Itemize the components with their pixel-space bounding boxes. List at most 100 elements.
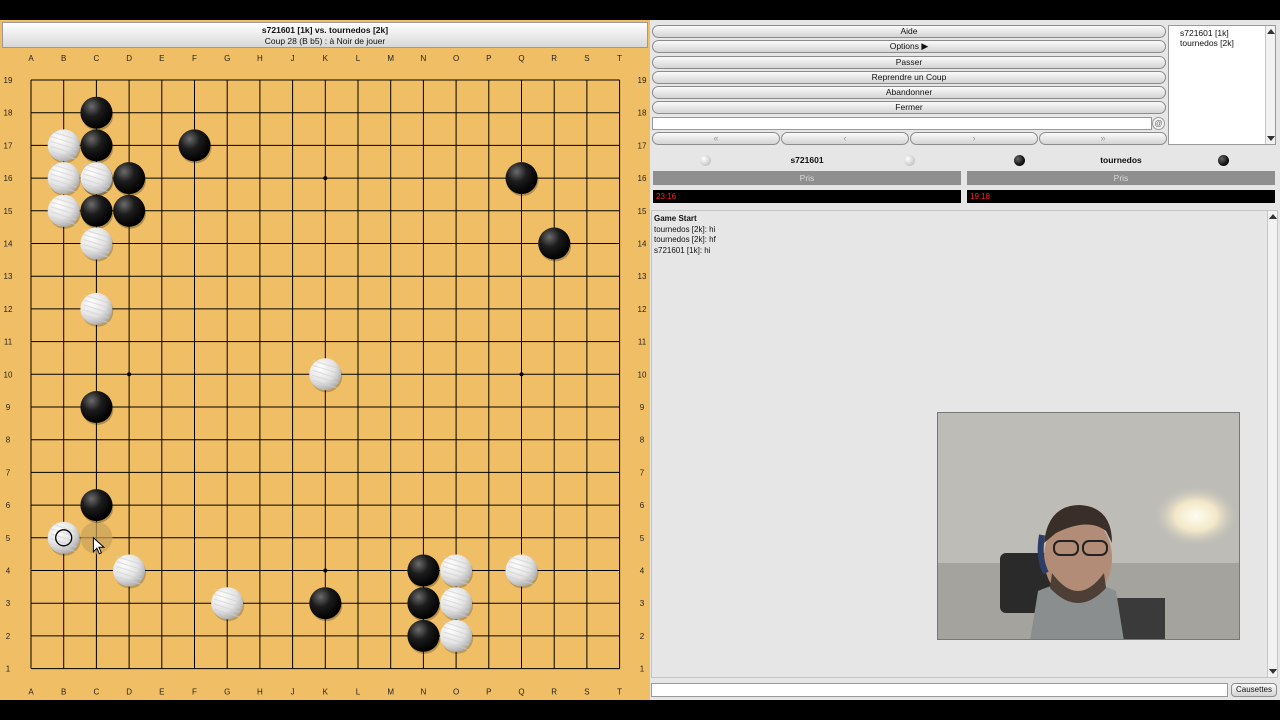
column-label: S — [584, 54, 589, 63]
black-stone — [113, 162, 146, 195]
row-label: 13 — [4, 272, 13, 281]
chat-line: s721601 [1k]: hi — [654, 245, 711, 255]
scroll-down-icon[interactable] — [1269, 669, 1277, 674]
chat-header: Game Start — [654, 214, 697, 223]
column-label: T — [617, 688, 622, 697]
black-clock: 19:18 — [967, 190, 1275, 203]
players-list[interactable]: s721601 [1k] tournedos [2k] — [1168, 25, 1276, 145]
column-label: E — [159, 688, 164, 697]
row-label: 19 — [4, 76, 13, 85]
column-label: L — [356, 54, 361, 63]
column-label: Q — [518, 688, 524, 697]
triangle-right-icon: ▶ — [921, 41, 929, 51]
column-label: E — [159, 54, 164, 63]
row-label: 1 — [640, 665, 645, 674]
row-label: 12 — [4, 305, 13, 314]
column-label: O — [453, 54, 459, 63]
double-chevron-right-icon: » — [1100, 133, 1106, 143]
black-stone — [538, 227, 571, 260]
row-label: 15 — [638, 207, 647, 216]
row-label: 15 — [4, 207, 13, 216]
go-board[interactable]: AABBCCDDEEFFGGHHJJKKLLMMNNOOPPQQRRSSTT19… — [0, 48, 650, 700]
row-label: 11 — [638, 338, 647, 347]
scrollbar[interactable] — [1265, 26, 1275, 144]
star-point — [519, 372, 524, 377]
white-player-panel: s721601 Pris 23:16 — [651, 150, 963, 205]
scroll-up-icon[interactable] — [1269, 214, 1277, 219]
white-player-name: s721601 — [790, 155, 824, 165]
column-label: F — [192, 688, 197, 697]
black-stone — [407, 554, 440, 587]
black-stone — [309, 587, 342, 620]
column-label: M — [387, 688, 394, 697]
column-label: J — [291, 54, 295, 63]
column-label: P — [486, 54, 491, 63]
column-label: B — [61, 688, 66, 697]
row-label: 7 — [6, 468, 11, 477]
column-label: N — [421, 54, 427, 63]
row-label: 5 — [6, 534, 11, 543]
command-input[interactable] — [652, 117, 1152, 130]
black-stone — [80, 194, 113, 227]
row-label: 9 — [6, 403, 11, 412]
row-label: 7 — [640, 468, 645, 477]
row-label: 6 — [6, 501, 11, 510]
list-item[interactable]: s721601 [1k] — [1180, 28, 1275, 38]
row-label: 10 — [4, 370, 13, 379]
black-captures: Pris — [967, 171, 1275, 185]
row-label: 3 — [6, 599, 11, 608]
row-label: 18 — [4, 109, 13, 118]
black-stone — [80, 391, 113, 423]
help-button[interactable]: Aide — [652, 25, 1166, 38]
column-label: P — [486, 688, 491, 697]
column-label: J — [291, 688, 295, 697]
white-stone-icon — [904, 155, 915, 166]
row-label: 11 — [4, 338, 13, 347]
row-label: 14 — [638, 240, 647, 249]
chat-line: tournedos [2k]: hf — [654, 235, 716, 244]
next-move-button[interactable]: › — [910, 132, 1038, 145]
column-label: C — [94, 688, 100, 697]
row-label: 12 — [638, 305, 647, 314]
row-label: 5 — [640, 534, 645, 543]
row-label: 9 — [640, 403, 645, 412]
options-button[interactable]: Options ▶ — [652, 40, 1166, 53]
globe-icon[interactable]: @ — [1152, 117, 1165, 130]
row-label: 2 — [640, 632, 645, 641]
chat-scrollbar[interactable] — [1267, 211, 1277, 677]
black-player-name: tournedos — [1100, 155, 1142, 165]
white-clock: 23:16 — [653, 190, 961, 203]
black-stone — [80, 96, 113, 129]
row-label: 4 — [6, 567, 11, 576]
column-label: L — [356, 688, 361, 697]
row-label: 17 — [4, 141, 13, 150]
first-move-button[interactable]: « — [652, 132, 780, 145]
column-label: A — [28, 54, 34, 63]
black-stone — [80, 129, 113, 162]
chevron-right-icon: › — [972, 133, 976, 143]
pass-button[interactable]: Passer — [652, 56, 1166, 69]
column-label: Q — [518, 54, 524, 63]
row-label: 13 — [638, 272, 647, 281]
options-label: Options — [889, 41, 919, 51]
undo-button[interactable]: Reprendre un Coup — [652, 71, 1166, 84]
list-item[interactable]: tournedos [2k] — [1180, 38, 1275, 48]
row-label: 16 — [4, 174, 13, 183]
close-button[interactable]: Fermer — [652, 101, 1166, 114]
black-stone — [407, 587, 440, 620]
previous-move-button[interactable]: ‹ — [781, 132, 909, 145]
resign-button[interactable]: Abandonner — [652, 86, 1166, 99]
chat-input[interactable] — [651, 683, 1228, 697]
scroll-down-icon[interactable] — [1267, 136, 1275, 141]
chat-button[interactable]: Causettes — [1231, 683, 1277, 697]
scroll-up-icon[interactable] — [1267, 29, 1275, 34]
double-chevron-left-icon: « — [713, 133, 719, 143]
column-label: K — [323, 54, 329, 63]
column-label: B — [61, 54, 66, 63]
game-move-status: Coup 28 (B b5) : à Noir de jouer — [264, 36, 386, 46]
black-stone — [113, 194, 146, 227]
last-move-button[interactable]: » — [1039, 132, 1167, 145]
column-label: S — [584, 688, 589, 697]
row-label: 1 — [6, 665, 11, 674]
webcam-person-image — [938, 413, 1239, 639]
